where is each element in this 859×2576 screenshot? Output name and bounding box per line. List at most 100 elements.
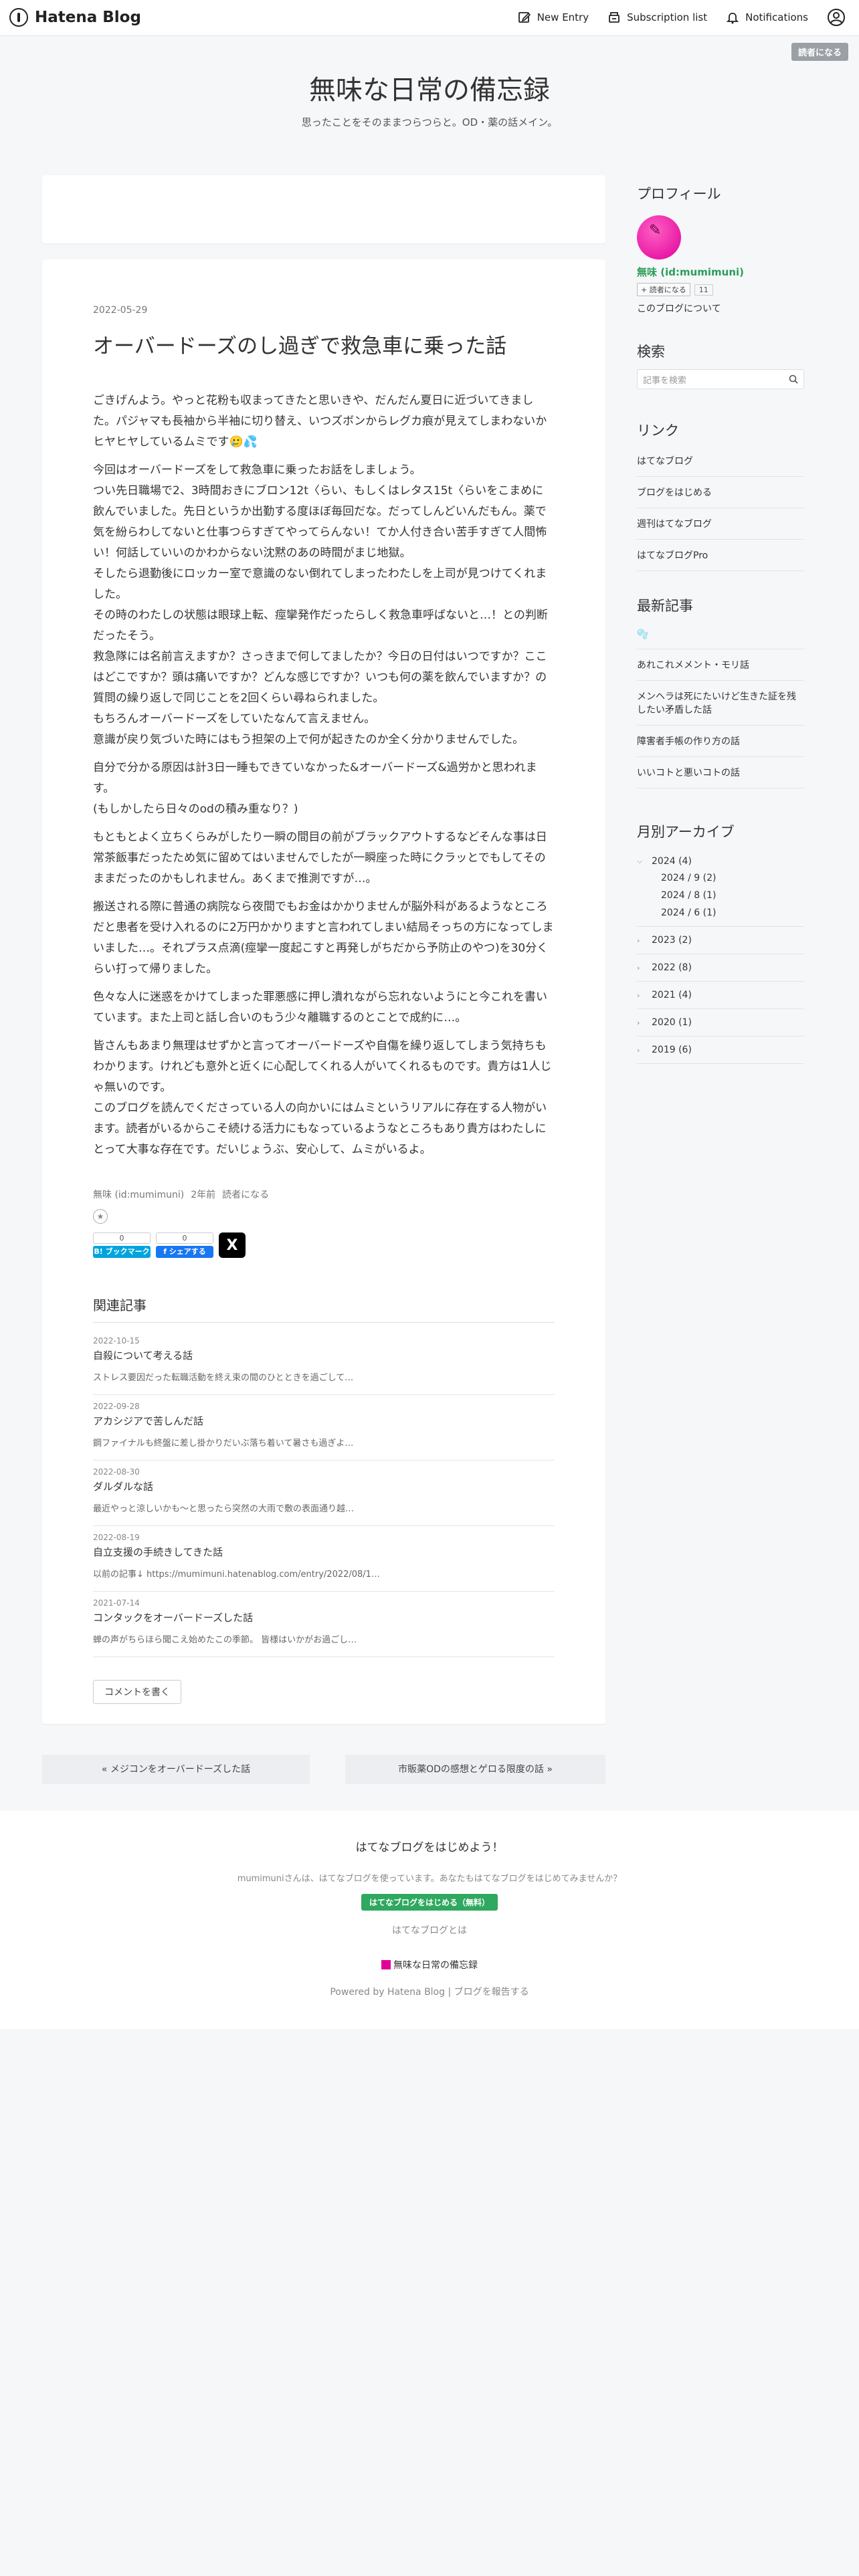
prev-entry-link[interactable]: « メジコンをオーバードーズした話	[42, 1755, 310, 1784]
archive-year[interactable]: › 2019 (6)	[637, 1037, 804, 1064]
archive-year-label[interactable]: 2020 (1)	[652, 1017, 692, 1028]
about-blog-link[interactable]: このブログについて	[637, 302, 804, 315]
article-paragraph: もともとよく立ちくらみがしたり一瞬の間目の前がブラックアウトするなどそんな事は日…	[93, 831, 547, 885]
article-date[interactable]: 2022-05-29	[93, 305, 147, 316]
sidebar-link[interactable]: ブログをはじめる	[637, 477, 804, 508]
recent-entry-link[interactable]: 障害者手帳の作り方の話	[637, 726, 804, 757]
search-icon[interactable]	[789, 374, 798, 384]
subscribe-blog-button[interactable]: 読者になる	[791, 43, 848, 61]
related-snippet: 鋼ファイナルも終盤に差し掛かりだいぶ落ち着いて暑さも過ぎよ…	[93, 1438, 354, 1448]
blog-title[interactable]: 無味な日常の備忘録	[0, 68, 859, 107]
article-paragraph: 色々な人に迷惑をかけてしまった罪悪感に押し潰れながら忘れないようにと今これを書い…	[93, 990, 547, 1025]
chevron-right-icon[interactable]: ›	[637, 1018, 646, 1027]
hatena-logo[interactable]: Hatena Blog	[9, 8, 141, 27]
article-paragraph: 今回はオーバードーズをして救急車に乗ったお話をしましょう。 つい先日職場で2、3…	[93, 463, 548, 746]
article-card: 2022-05-29 オーバードーズのし過ぎで救急車に乗った話 ごきげんよう。や…	[42, 259, 605, 1724]
article-paragraph: 皆さんもあまり無理はせずかと言ってオーバードーズや自傷を繰り返してしまう気持ちも…	[93, 1039, 552, 1156]
archive-heading: 月別アーカイブ	[637, 824, 735, 840]
start-blog-button[interactable]: はてなブログをはじめる（無料）	[361, 1894, 498, 1911]
archive-year-label[interactable]: 2021 (4)	[652, 990, 692, 1000]
article-body: ごきげんよう。やっと花粉も収まってきたと思いきや、だんだん夏日に近づいてきました…	[93, 391, 555, 1168]
recent-entry-link[interactable]: 🫧	[637, 621, 804, 649]
related-article[interactable]: 2021-07-14 コンタックをオーバードーズした話 蝉の声がちらほら聞こえ始…	[93, 1592, 555, 1657]
footer-blog-title[interactable]: 無味な日常の備忘録	[393, 1960, 478, 1971]
add-star-icon[interactable]: ★	[93, 1209, 108, 1224]
archive-month[interactable]: 2024 / 8 (1)	[637, 887, 804, 904]
bookmark-count: 0	[93, 1232, 151, 1244]
sidebar-link[interactable]: はてなブログ	[637, 445, 804, 477]
recent-entry-link[interactable]: メンヘラは死にたいけど生きた証を残したい矛盾した話	[637, 681, 804, 726]
related-article[interactable]: 2022-09-28 アカシジアで苦しんだ話 鋼ファイナルも終盤に差し掛かりだい…	[93, 1395, 555, 1461]
related-article[interactable]: 2022-08-30 ダルダルな話 最近やっと涼しいかも〜と思ったら突然の大雨で…	[93, 1461, 555, 1526]
archive-year-label[interactable]: 2024 (4)	[652, 856, 692, 867]
sidebar-link[interactable]: はてなブログPro	[637, 540, 804, 571]
archive-year[interactable]: › 2022 (8)	[637, 954, 804, 982]
profile-reader: + 読者になる 11	[637, 283, 804, 296]
top-nav: New Entry Subscription list Notification…	[518, 8, 846, 27]
related-title[interactable]: ダルダルな話	[93, 1479, 555, 1493]
archive-year[interactable]: ⌵ 2024 (4)	[637, 848, 804, 869]
hatena-logo-icon	[9, 8, 28, 27]
subscription-icon	[607, 11, 621, 24]
profile-reader-button[interactable]: + 読者になる	[637, 283, 690, 296]
related-article[interactable]: 2022-08-19 自立支援の手続きしてきた話 以前の記事↓ https://…	[93, 1526, 555, 1592]
facebook-share-button[interactable]: f シェアする	[156, 1246, 213, 1258]
archive-year-label[interactable]: 2023 (2)	[652, 935, 692, 946]
new-entry-link[interactable]: New Entry	[518, 11, 589, 24]
avatar[interactable]	[637, 215, 681, 259]
article-paragraph: 搬送される際に普通の病院なら夜間でもお金はかかりませんが脳外科があるようなところ…	[93, 900, 554, 976]
related-date: 2021-07-14	[93, 1598, 140, 1608]
author-link[interactable]: 無味 (id:mumimuni)	[93, 1188, 184, 1201]
related-title[interactable]: 自殺について考える話	[93, 1348, 555, 1362]
search-heading: 検索	[637, 344, 665, 360]
archive-year[interactable]: › 2020 (1)	[637, 1009, 804, 1037]
chevron-right-icon[interactable]: ›	[637, 964, 646, 972]
blog-favicon-icon	[381, 1960, 391, 1969]
write-comment-button[interactable]: コメントを書く	[93, 1680, 181, 1704]
related-title[interactable]: アカシジアで苦しんだ話	[93, 1414, 555, 1428]
article-title[interactable]: オーバードーズのし過ぎで救急車に乗った話	[93, 329, 561, 359]
article-meta: 無味 (id:mumimuni) 2年前 読者になる	[93, 1188, 269, 1201]
recent-entry-link[interactable]: あれこれメメント・モリ話	[637, 649, 804, 681]
archive-month[interactable]: 2024 / 9 (2)	[637, 869, 804, 887]
about-hatena-link[interactable]: はてなブログとは	[0, 1923, 859, 1937]
chevron-right-icon[interactable]: ›	[637, 991, 646, 1000]
profile-heading: プロフィール	[637, 186, 721, 202]
archive-module: 月別アーカイブ ⌵ 2024 (4) 2024 / 9 (2) 2024 / 8…	[637, 821, 804, 1064]
recent-heading: 最新記事	[637, 598, 693, 614]
profile-username[interactable]: 無味 (id:mumimuni)	[637, 265, 804, 279]
archive-year-label[interactable]: 2022 (8)	[652, 962, 692, 973]
notifications-link[interactable]: Notifications	[726, 11, 808, 24]
archive-year-label[interactable]: 2019 (6)	[652, 1045, 692, 1055]
posted-ago[interactable]: 2年前	[191, 1188, 215, 1201]
archive-month[interactable]: 2024 / 6 (1)	[637, 904, 804, 927]
footer-blog-link[interactable]: 無味な日常の備忘録	[0, 1958, 859, 1971]
chevron-right-icon[interactable]: ›	[637, 936, 646, 945]
related-snippet: ストレス要因だった転職活動を終え束の間のひとときを過ごして…	[93, 1373, 354, 1383]
footer-cta-wrap: はてなブログをはじめる（無料）	[0, 1894, 859, 1911]
related-date: 2022-08-19	[93, 1533, 140, 1542]
hatena-bookmark-share[interactable]: 0 B! ブックマーク	[93, 1232, 151, 1258]
user-account-icon[interactable]	[827, 8, 846, 27]
facebook-share[interactable]: 0 f シェアする	[156, 1232, 213, 1258]
related-article[interactable]: 2022-10-15 自殺について考える話 ストレス要因だった転職活動を終え束の…	[93, 1329, 555, 1395]
chevron-down-icon[interactable]: ⌵	[637, 857, 646, 866]
new-entry-label: New Entry	[537, 11, 589, 23]
powered-by[interactable]: Powered by Hatena Blog | ブログを報告する	[0, 1985, 859, 1998]
next-entry-link[interactable]: 市販薬ODの感想とゲロる限度の話 »	[345, 1755, 605, 1784]
footer-subtext: mumimuniさんは、はてなブログを使っています。あなたもはてなブログをはじめ…	[237, 1874, 622, 1884]
archive-year[interactable]: › 2021 (4)	[637, 982, 804, 1009]
sidebar-link[interactable]: 週刊はてなブログ	[637, 508, 804, 540]
related-title[interactable]: 自立支援の手続きしてきた話	[93, 1545, 555, 1559]
related-snippet: 最近やっと涼しいかも〜と思ったら突然の大雨で敷の表面通り越…	[93, 1504, 355, 1514]
chevron-right-icon[interactable]: ›	[637, 1046, 646, 1055]
recent-entry-link[interactable]: いいコトと悪いコトの話	[637, 757, 804, 788]
search-input[interactable]: 記事を検索	[637, 369, 804, 389]
bookmark-button[interactable]: B! ブックマーク	[93, 1246, 151, 1258]
share-buttons: 0 B! ブックマーク 0 f シェアする X	[93, 1232, 246, 1258]
related-title[interactable]: コンタックをオーバードーズした話	[93, 1610, 555, 1624]
meta-reader-link[interactable]: 読者になる	[222, 1188, 269, 1201]
archive-year[interactable]: › 2023 (2)	[637, 927, 804, 954]
subscription-list-link[interactable]: Subscription list	[607, 11, 707, 24]
x-share-icon[interactable]: X	[219, 1232, 246, 1258]
